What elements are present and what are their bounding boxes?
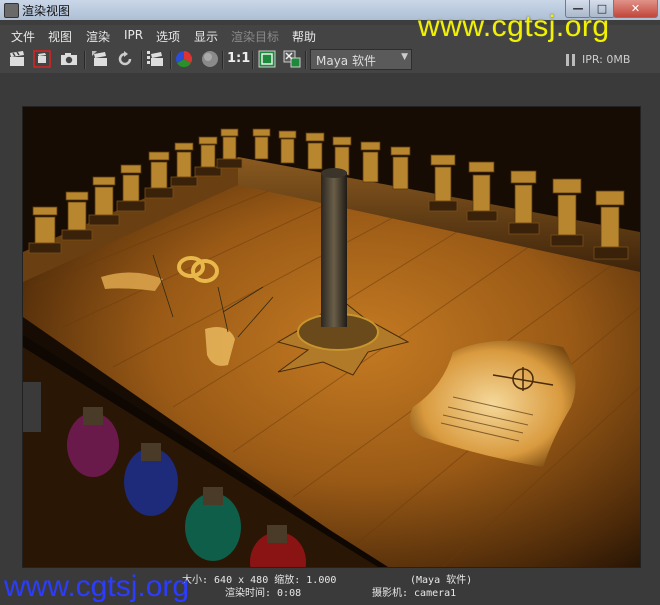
remove-image-icon[interactable]	[283, 50, 301, 68]
render-time-info: 渲染时间: 0:08	[225, 588, 302, 599]
render-viewport[interactable]: 大小: 640 x 480 缩放: 1.000 (Maya 软件) 渲染时间: …	[0, 73, 660, 605]
toolbar-separator	[252, 51, 254, 69]
pause-icon[interactable]	[566, 54, 576, 66]
rgb-channel-icon[interactable]	[175, 50, 193, 68]
keep-image-icon[interactable]	[258, 50, 276, 68]
one-to-one-button[interactable]: 1:1	[227, 51, 250, 66]
menu-options[interactable]: 选项	[156, 28, 180, 45]
ipr-render-icon[interactable]	[91, 50, 109, 68]
chevron-down-icon: ▼	[401, 52, 408, 62]
rendered-image[interactable]	[22, 106, 641, 568]
menu-view[interactable]: 视图	[48, 28, 72, 45]
menu-help[interactable]: 帮助	[292, 28, 316, 45]
app-icon	[4, 3, 19, 18]
render-camera-info: 摄影机: camera1	[372, 588, 457, 599]
region-render-icon[interactable]	[33, 50, 51, 68]
toolbar-separator	[84, 51, 86, 69]
toolbar-separator	[170, 51, 172, 69]
watermark-top: www.cgtsj.org	[418, 10, 610, 43]
alpha-channel-icon[interactable]	[201, 50, 219, 68]
menu-file[interactable]: 文件	[11, 28, 35, 45]
render-clapper-icon[interactable]	[8, 50, 26, 68]
render-sequence-icon[interactable]	[147, 50, 165, 68]
snapshot-icon[interactable]	[60, 50, 78, 68]
menu-display[interactable]: 显示	[194, 28, 218, 45]
toolbar-separator	[305, 51, 307, 69]
toolbar-separator	[222, 51, 224, 69]
window-title: 渲染视图	[22, 4, 71, 18]
rendered-scene	[23, 107, 640, 567]
watermark-bottom: www.cgtsj.org	[4, 570, 190, 603]
toolbar: 1:1 Maya 软件 ▼	[0, 45, 660, 73]
toolbar-separator	[141, 51, 143, 69]
menu-render[interactable]: 渲染	[86, 28, 110, 45]
close-button[interactable]: ✕	[613, 0, 658, 18]
refresh-icon[interactable]	[116, 50, 134, 68]
menu-render-target: 渲染目标	[231, 30, 280, 44]
renderer-value: Maya 软件	[316, 54, 376, 68]
menu-ipr[interactable]: IPR	[124, 28, 143, 42]
renderer-dropdown[interactable]: Maya 软件 ▼	[310, 49, 412, 70]
ipr-memory-status: IPR: 0MB	[582, 53, 631, 66]
